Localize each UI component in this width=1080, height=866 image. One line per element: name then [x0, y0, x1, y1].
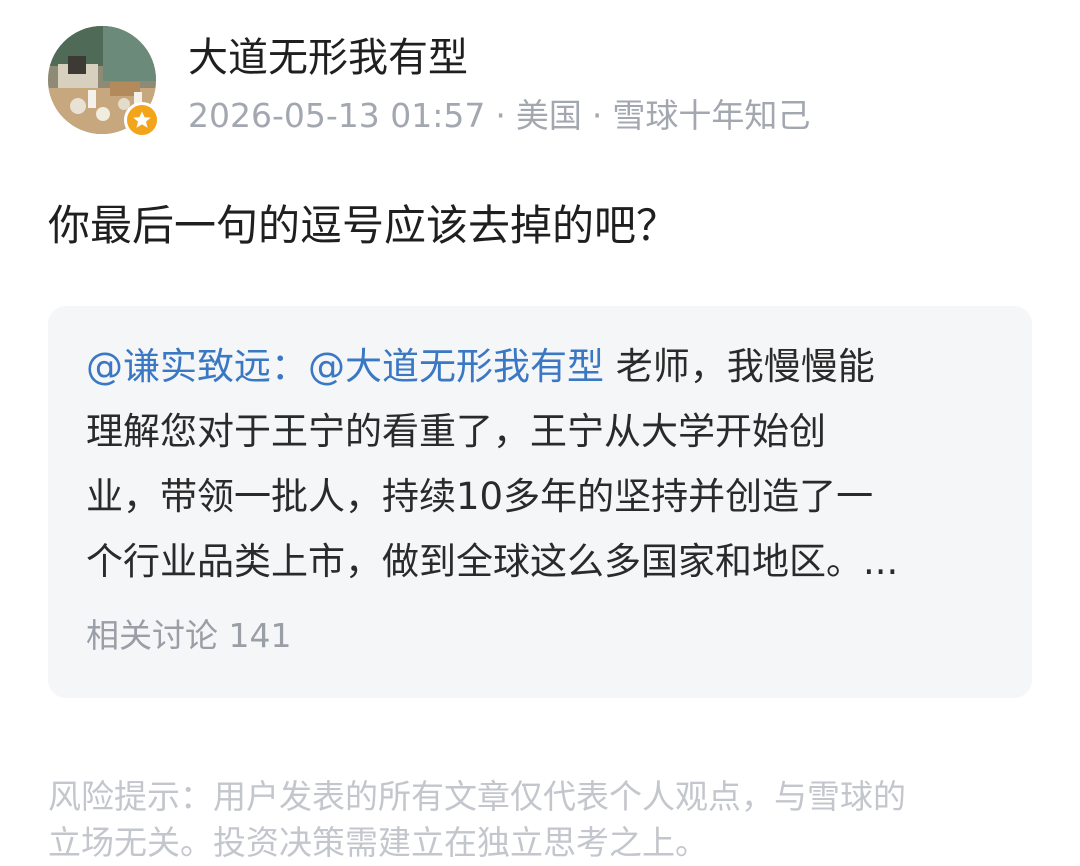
quote-line: 理解您对于王宁的看重了，王宁从大学开始创	[86, 410, 826, 453]
meta-separator: ·	[495, 96, 506, 135]
risk-disclaimer: 风险提示：用户发表的所有文章仅代表个人观点，与雪球的 立场无关。投资决策需建立在…	[48, 774, 1038, 866]
star-badge-icon	[124, 102, 160, 138]
author-name[interactable]: 大道无形我有型	[188, 34, 468, 82]
related-discussions-link[interactable]: 相关讨论 141	[86, 616, 996, 656]
mention-author-link[interactable]: @谦实致远：	[86, 345, 308, 388]
post-location: 美国	[515, 96, 582, 135]
quote-text-segment: 老师，我慢慢能	[604, 345, 875, 388]
quoted-post-card[interactable]: @谦实致远：@大道无形我有型 老师，我慢慢能 理解您对于王宁的看重了，王宁从大学…	[48, 306, 1032, 698]
post-content: 你最后一句的逗号应该去掉的吧？	[48, 201, 679, 250]
disclaimer-line: 立场无关。投资决策需建立在独立思考之上。	[48, 823, 708, 862]
quote-line: @谦实致远：@大道无形我有型 老师，我慢慢能	[86, 334, 998, 399]
quoted-post-text: @谦实致远：@大道无形我有型 老师，我慢慢能 理解您对于王宁的看重了，王宁从大学…	[86, 334, 998, 594]
disclaimer-line: 风险提示：用户发表的所有文章仅代表个人观点，与雪球的	[48, 777, 906, 816]
post-timestamp: 2026-05-13 01:57	[188, 96, 486, 135]
meta-separator: ·	[591, 96, 603, 135]
post-meta: 2026-05-13 01:57 · 美国 · 雪球十年知己	[188, 96, 810, 136]
quote-line: 个行业品类上市，做到全球这么多国家和地区。...	[86, 540, 899, 583]
related-count: 141	[228, 616, 292, 655]
post-header: 大道无形我有型 2026-05-13 01:57 · 美国 · 雪球十年知己	[48, 24, 1048, 144]
tenure-label: 雪球十年知己	[612, 96, 811, 135]
mention-target-link[interactable]: @大道无形我有型	[308, 345, 604, 388]
related-label: 相关讨论	[86, 616, 218, 655]
quote-line: 业，带领一批人，持续10多年的坚持并创造了一	[86, 475, 874, 518]
